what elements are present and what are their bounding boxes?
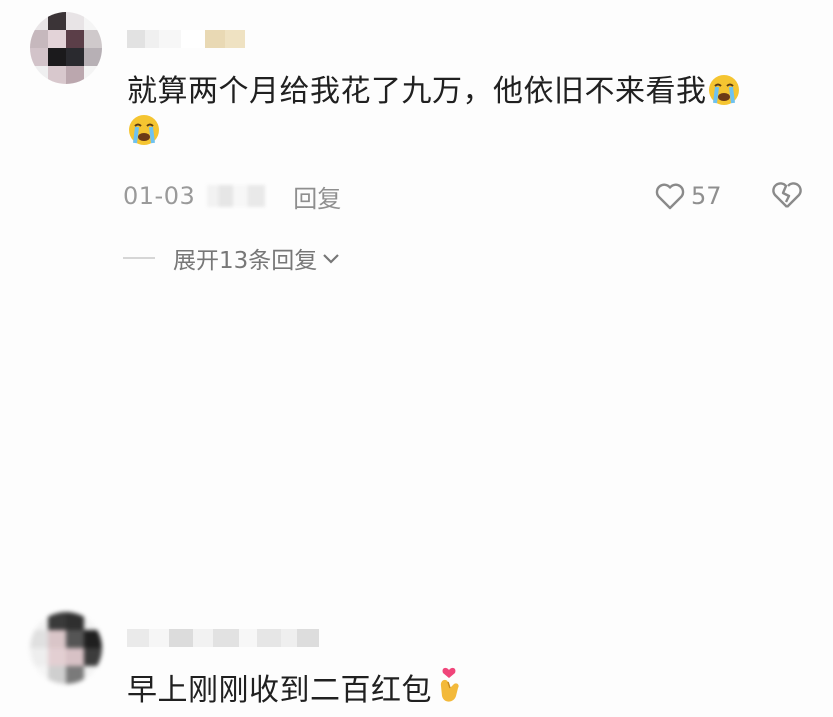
comment-date: 01-03 [123, 182, 196, 210]
location-redacted [207, 185, 266, 207]
heart-icon [655, 183, 685, 210]
expand-replies-button[interactable]: 展开13条回复 [123, 242, 341, 274]
broken-heart-icon [772, 182, 802, 208]
avatar[interactable] [30, 612, 102, 684]
username-redacted[interactable] [127, 30, 245, 48]
comment-meta: 01-03 回复 [123, 179, 341, 214]
reply-button[interactable]: 回复 [293, 179, 341, 214]
comment-text: 就算两个月给我花了九万，他依旧不来看我 [127, 72, 807, 152]
comment-text: 早上刚刚收到二百红包 [127, 666, 466, 711]
comment-item: 就算两个月给我花了九万，他依旧不来看我 01-03 回复 57 展开13条回复 [0, 0, 833, 300]
dislike-button[interactable] [771, 180, 803, 214]
expand-replies-label: 展开13条回复 [173, 248, 318, 274]
loudly-crying-face-icon [707, 73, 741, 107]
chevron-down-icon [323, 254, 340, 264]
loudly-crying-face-icon [127, 113, 161, 147]
username-redacted[interactable] [127, 629, 319, 647]
avatar[interactable] [30, 12, 102, 84]
comment-item: 早上刚刚收到二百红包 [0, 300, 833, 708]
like-count: 57 [691, 182, 722, 210]
divider-line [123, 257, 155, 259]
like-button[interactable]: 57 [655, 180, 722, 212]
heart-hands-icon [432, 666, 466, 702]
